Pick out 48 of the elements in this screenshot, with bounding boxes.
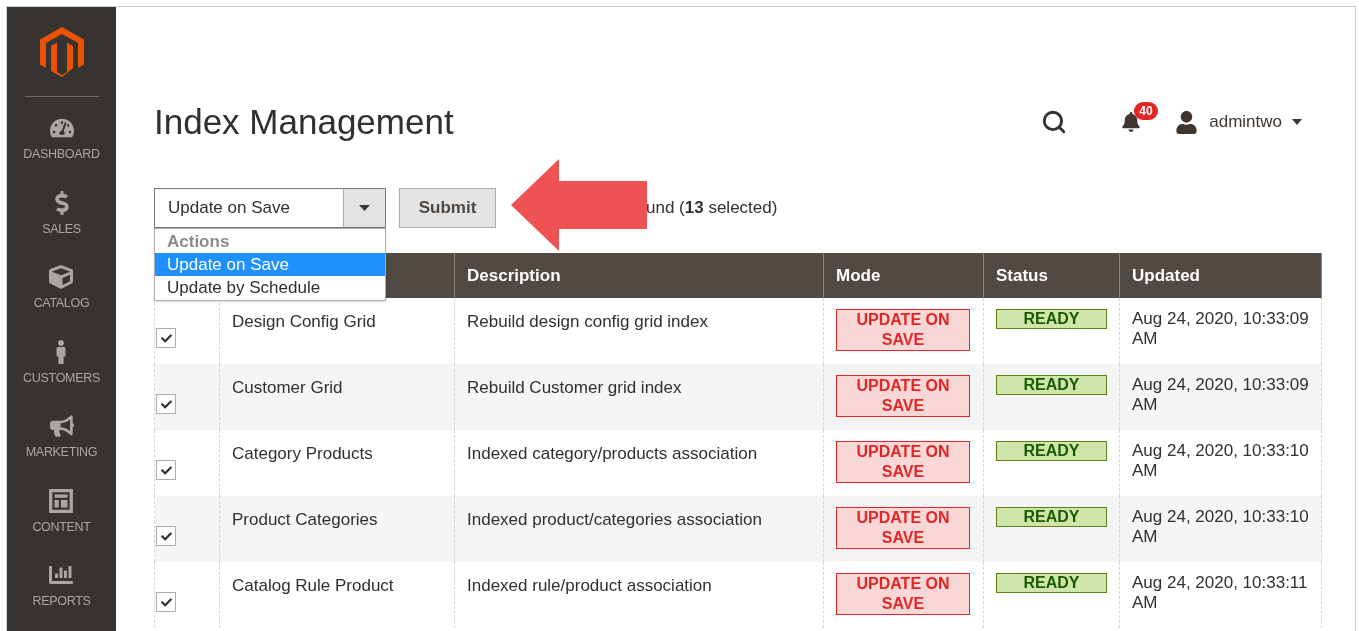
sidebar-item[interactable]: CUSTOMERS: [23, 332, 100, 407]
check-icon: [160, 530, 172, 542]
table-cell: Indexed rule/product association: [454, 562, 824, 628]
box-icon: [49, 265, 74, 289]
status-badge: READY: [996, 309, 1107, 329]
user-name[interactable]: admintwo: [1209, 109, 1282, 135]
status-badge: READY: [996, 375, 1107, 395]
sidebar-item[interactable]: SALES: [42, 183, 81, 258]
option-group-label: Actions: [166, 231, 231, 253]
mode-badge: UPDATE ON SAVE: [836, 507, 970, 549]
status-badge: READY: [996, 507, 1107, 527]
row-checkbox[interactable]: [156, 460, 176, 480]
status-badge: READY: [996, 573, 1107, 593]
row-checkbox[interactable]: [156, 328, 176, 348]
mode-badge: UPDATE ON SAVE: [836, 573, 970, 615]
caret-icon[interactable]: [1292, 119, 1302, 125]
table-cell: Catalog Rule Product: [219, 562, 455, 628]
check-icon: [160, 332, 172, 344]
mode-badge: UPDATE ON SAVE: [836, 309, 970, 351]
arrow-icon: [511, 159, 647, 251]
row-checkbox[interactable]: [156, 592, 176, 612]
notification-badge: 40: [1134, 102, 1158, 120]
caret-icon: [359, 205, 370, 211]
row-checkbox[interactable]: [156, 394, 176, 414]
logo-icon: [39, 27, 84, 77]
submit-button[interactable]: Submit: [399, 188, 496, 228]
page-title: Index Management: [154, 100, 454, 143]
sidebar-item[interactable]: REPORTS: [32, 556, 91, 631]
mode-badge: UPDATE ON SAVE: [836, 375, 970, 417]
megaphone-icon: [49, 414, 74, 438]
sidebar-item[interactable]: CONTENT: [32, 481, 91, 556]
bar-chart-icon: [49, 563, 74, 587]
sidebar-item[interactable]: MARKETING: [25, 407, 98, 482]
user-icon[interactable]: [1175, 110, 1199, 134]
check-icon: [160, 464, 172, 476]
check-icon: [160, 596, 172, 608]
records-count: und (13 selected): [646, 197, 778, 220]
layout-icon: [48, 487, 75, 514]
row-checkbox[interactable]: [156, 526, 176, 546]
status-badge: READY: [996, 441, 1107, 461]
sidebar-item[interactable]: CATALOG: [33, 258, 90, 333]
table-cell: Aug 24, 2020, 10:33:11 AM: [1119, 562, 1322, 628]
sidebar-item[interactable]: DASHBOARD: [23, 109, 100, 184]
dropdown-option[interactable]: Update by Schedule: [155, 276, 385, 299]
search-icon[interactable]: [1041, 109, 1068, 135]
mode-badge: UPDATE ON SAVE: [836, 441, 970, 483]
check-icon: [160, 398, 172, 410]
gauge-icon: [49, 116, 74, 140]
